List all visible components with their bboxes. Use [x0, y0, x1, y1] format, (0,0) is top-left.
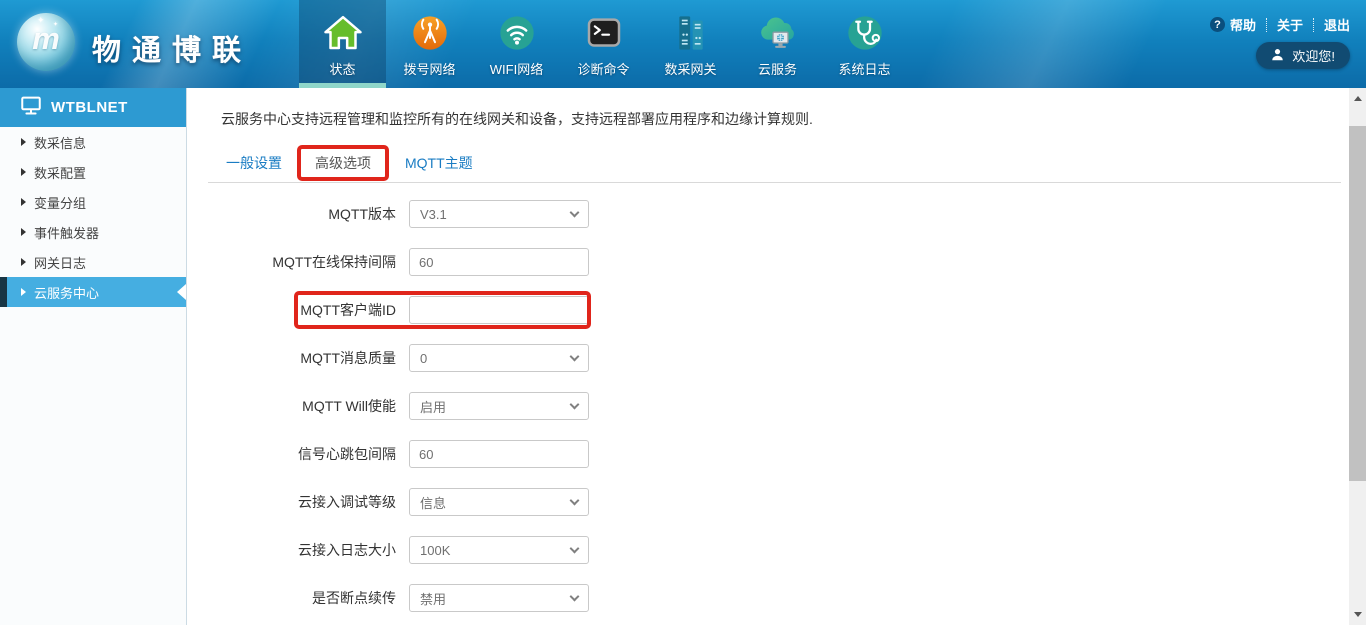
sidebar-header: WTBLNET: [0, 88, 186, 127]
field-label: MQTT在线保持间隔: [221, 252, 396, 272]
top-header: m ✦ ✦ 物通博联 状态: [0, 0, 1366, 88]
tab-mqtt-topic[interactable]: MQTT主题: [405, 153, 473, 173]
field-label: 云接入日志大小: [221, 540, 396, 560]
tab-general-settings[interactable]: 一般设置: [226, 153, 282, 173]
form-row: MQTT消息质量 0: [221, 344, 1349, 372]
page-description: 云服务中心支持远程管理和监控所有的在线网关和设备，支持远程部署应用程序和边缘计算…: [221, 109, 1349, 129]
form-row: MQTT版本 V3.1: [221, 200, 1349, 228]
settings-form: MQTT版本 V3.1 MQTT在线保持间隔 MQTT客户端ID MQTT消息质…: [221, 200, 1349, 612]
sidebar: WTBLNET 状态 数采 数采信息 数采配置 变量分组 事件触发器 网关日: [0, 88, 187, 625]
field-label: 信号心跳包间隔: [221, 444, 396, 464]
chevron-down-icon: [570, 495, 580, 505]
help-icon: ?: [1210, 17, 1225, 32]
field-label: 是否断点续传: [221, 588, 396, 608]
main-content: 云服务中心支持远程管理和监控所有的在线网关和设备，支持远程部署应用程序和边缘计算…: [188, 88, 1349, 625]
app-window: m ✦ ✦ 物通博联 状态: [0, 0, 1366, 625]
user-icon: [1271, 48, 1284, 64]
field-label: 云接入调试等级: [221, 492, 396, 512]
sidebar-subitem-gateway-log[interactable]: 网关日志: [0, 247, 186, 277]
field-label: MQTT消息质量: [221, 348, 396, 368]
sparkle-icon: ✦: [53, 21, 58, 28]
field-label: MQTT Will使能: [221, 396, 396, 416]
mqtt-version-select[interactable]: V3.1: [409, 200, 589, 228]
mqtt-qos-select[interactable]: 0: [409, 344, 589, 372]
caret-right-icon: [21, 228, 26, 236]
top-links: ? 帮助 关于 退出: [1210, 15, 1350, 34]
caret-right-icon: [21, 168, 26, 176]
logout-link[interactable]: 退出: [1324, 15, 1350, 34]
sidebar-subitem-variable-group[interactable]: 变量分组: [0, 187, 186, 217]
caret-right-icon: [21, 288, 26, 296]
nav-system-log[interactable]: 系统日志: [821, 0, 908, 88]
vertical-scrollbar[interactable]: [1349, 88, 1366, 625]
scroll-up-arrow[interactable]: [1349, 90, 1366, 107]
form-row: MQTT在线保持间隔: [221, 248, 1349, 276]
nav-diagnostic-command[interactable]: 诊断命令: [560, 0, 647, 88]
form-row: MQTT客户端ID: [221, 296, 1349, 324]
terminal-icon: [584, 10, 624, 56]
gateway-icon: [671, 10, 711, 56]
form-row: 是否断点续传 禁用: [221, 584, 1349, 612]
cloud-log-size-select[interactable]: 100K: [409, 536, 589, 564]
resume-transfer-select[interactable]: 禁用: [409, 584, 589, 612]
nav-dialup-network[interactable]: 拨号网络: [386, 0, 473, 88]
form-row: 信号心跳包间隔: [221, 440, 1349, 468]
nav-wifi-network[interactable]: WIFI网络: [473, 0, 560, 88]
mqtt-will-enable-select[interactable]: 启用: [409, 392, 589, 420]
form-row: 云接入日志大小 100K: [221, 536, 1349, 564]
sidebar-subitem-data-info[interactable]: 数采信息: [0, 127, 186, 157]
brand-title: 物通博联: [92, 27, 252, 69]
antenna-icon: [410, 10, 450, 56]
sidebar-subitem-cloud-service-center[interactable]: 云服务中心: [0, 277, 186, 307]
chevron-down-icon: [570, 543, 580, 553]
tab-bar: 一般设置 高级选项 MQTT主题: [208, 143, 1341, 183]
nav-status[interactable]: 状态: [299, 0, 386, 88]
chevron-down-icon: [570, 399, 580, 409]
triangle-down-icon: [1354, 612, 1362, 617]
monitor-icon: [21, 96, 41, 119]
stethoscope-icon: [845, 10, 885, 56]
chevron-down-icon: [570, 207, 580, 217]
form-row: 云接入调试等级 信息: [221, 488, 1349, 516]
divider: [1266, 18, 1267, 32]
nav-cloud-service[interactable]: 云服务: [734, 0, 821, 88]
wifi-icon: [497, 10, 537, 56]
top-nav: 状态 拨号网络: [299, 0, 908, 88]
sidebar-subitem-data-config[interactable]: 数采配置: [0, 157, 186, 187]
field-label: MQTT版本: [221, 204, 396, 224]
sidebar-subitem-event-trigger[interactable]: 事件触发器: [0, 217, 186, 247]
caret-right-icon: [21, 198, 26, 206]
cloud-debug-level-select[interactable]: 信息: [409, 488, 589, 516]
mqtt-client-id-input[interactable]: [409, 296, 589, 324]
nav-data-gateway[interactable]: 数采网关: [647, 0, 734, 88]
chevron-down-icon: [570, 591, 580, 601]
sidebar-title: WTBLNET: [51, 99, 128, 116]
mqtt-keepalive-input[interactable]: [409, 248, 589, 276]
help-link[interactable]: ? 帮助: [1210, 15, 1256, 34]
divider: [1313, 18, 1314, 32]
sparkle-icon: ✦: [37, 15, 45, 26]
brand-logo-icon: m ✦ ✦: [17, 13, 75, 71]
triangle-up-icon: [1354, 96, 1362, 101]
scrollbar-thumb[interactable]: [1349, 126, 1366, 481]
form-row: MQTT Will使能 启用: [221, 392, 1349, 420]
about-link[interactable]: 关于: [1277, 15, 1303, 34]
caret-right-icon: [21, 258, 26, 266]
cloud-icon: [757, 10, 799, 56]
home-icon: [323, 10, 363, 56]
scroll-down-arrow[interactable]: [1349, 606, 1366, 623]
caret-right-icon: [21, 138, 26, 146]
field-label: MQTT客户端ID: [221, 300, 396, 320]
welcome-button[interactable]: 欢迎您!: [1256, 42, 1350, 69]
heartbeat-interval-input[interactable]: [409, 440, 589, 468]
tab-advanced-options[interactable]: 高级选项: [297, 145, 389, 181]
chevron-down-icon: [570, 351, 580, 361]
